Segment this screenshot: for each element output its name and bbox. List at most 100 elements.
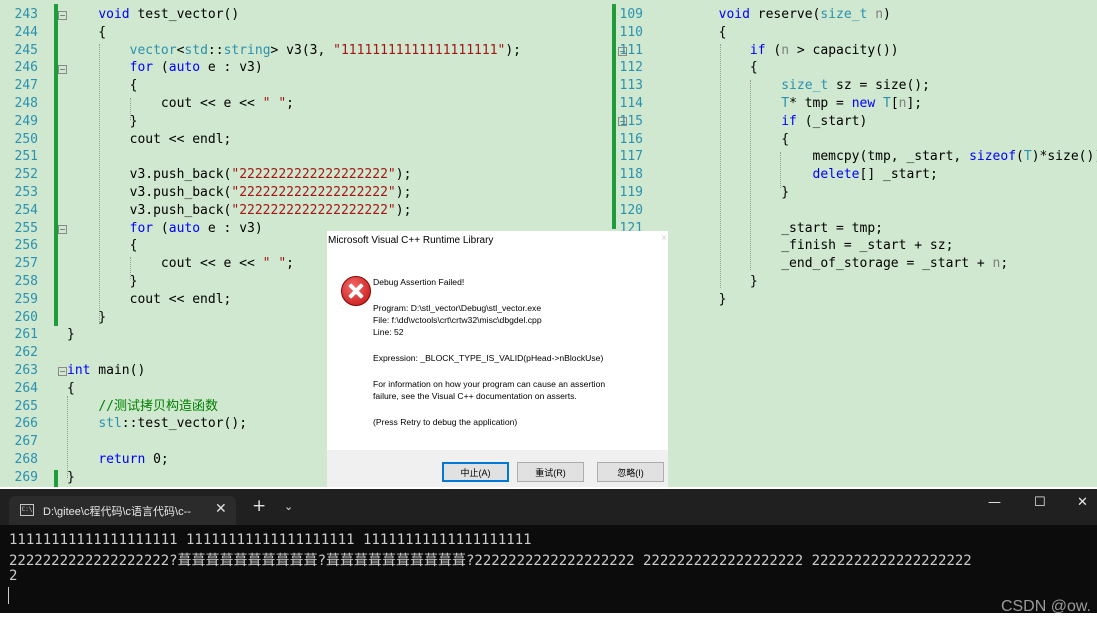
line-number: 244: [14, 24, 38, 40]
line-number: 118: [619, 167, 643, 183]
code-text: _start = tmp;: [656, 220, 883, 236]
code-line: 251: [0, 148, 606, 166]
terminal-output-line: 2222222222222222222?葺葺葺葺葺葺葺葺葺葺?葺葺葺葺葺葺葺葺葺…: [9, 553, 972, 569]
line-number: 252: [14, 167, 38, 183]
terminal-tab[interactable]: C:\ D:\gitee\c程代码\c语言代码\c-- ✕: [9, 496, 236, 525]
line-number: 114: [619, 96, 643, 111]
code-line: }: [606, 291, 1097, 309]
code-text: if (n > capacity()): [749, 42, 899, 58]
code-text: vector<std::string> v3(3, "1111111111111…: [129, 42, 521, 58]
code-text: {: [656, 60, 758, 76]
line-number: 258: [14, 274, 38, 289]
line-number: 262: [14, 345, 38, 361]
code-line: 254 v3.push_back("2222222222222222222");: [0, 202, 606, 220]
code-text: {: [656, 24, 727, 40]
code-line: 110 {: [606, 24, 1097, 42]
code-text: cout << e << " ";: [67, 256, 294, 272]
code-line: 112 {: [606, 59, 1097, 77]
code-line: 117 memcpy(tmp, _start, sizeof(T)*size()…: [606, 148, 1097, 166]
chevron-down-icon[interactable]: ⌄: [284, 500, 293, 513]
minimize-button[interactable]: —: [988, 495, 1001, 510]
line-number: 264: [14, 380, 38, 396]
line-number: 254: [14, 202, 38, 218]
code-text: {: [656, 131, 790, 147]
line-number: 251: [14, 149, 38, 165]
line-number: 269: [14, 469, 38, 485]
line-number: 245: [14, 42, 38, 58]
retry-button[interactable]: 重试(R): [517, 462, 584, 482]
code-line: 119 }: [606, 184, 1097, 202]
line-number: 249: [14, 113, 38, 129]
code-line: 111 if (n > capacity()): [606, 42, 1097, 60]
code-line: _end_of_storage = _start + n;: [606, 255, 1097, 273]
code-text: }: [67, 327, 75, 343]
code-text: cout << endl;: [67, 291, 232, 307]
ignore-button[interactable]: 忽略(I): [597, 462, 664, 482]
code-line: 109 void reserve(size_t n): [606, 6, 1097, 24]
code-text: void reserve(size_t n): [718, 7, 891, 22]
code-text: if (_start): [781, 113, 868, 129]
code-text: _end_of_storage = _start + n;: [656, 256, 1009, 272]
code-line: 246 for (auto e : v3): [0, 59, 606, 77]
code-line: 249 }: [0, 113, 606, 131]
line-number: 113: [619, 78, 643, 94]
code-text: delete[] _start;: [812, 167, 938, 183]
code-text: stl::test_vector();: [98, 416, 248, 432]
code-line: }: [606, 273, 1097, 291]
line-number: 246: [14, 60, 38, 76]
line-number: 117: [619, 149, 643, 165]
code-text: return 0;: [98, 452, 169, 467]
terminal-window[interactable]: C:\ D:\gitee\c程代码\c语言代码\c-- ✕ + ⌄ — ☐ ✕ …: [0, 489, 1097, 613]
line-number: 257: [14, 256, 38, 272]
line-number: 266: [14, 416, 38, 432]
dialog-heading: Debug Assertion Failed!: [373, 277, 465, 287]
close-tab-icon[interactable]: ✕: [215, 501, 227, 517]
code-text: v3.push_back("2222222222222222222");: [67, 202, 412, 218]
code-text: }: [656, 185, 790, 200]
dialog-button-bar: 中止(A) 重试(R) 忽略(I): [327, 450, 668, 487]
dialog-line-number: Line: 52: [373, 327, 404, 337]
abort-button[interactable]: 中止(A): [442, 462, 509, 482]
line-number: 247: [14, 78, 38, 94]
code-line: 252 v3.push_back("2222222222222222222");: [0, 166, 606, 184]
code-line: 121 _start = tmp;: [606, 220, 1097, 238]
dialog-info-line: For information on how your program can …: [373, 379, 606, 389]
code-line: 253 v3.push_back("2222222222222222222");: [0, 184, 606, 202]
line-number: 111: [619, 42, 643, 58]
code-line: 116 {: [606, 131, 1097, 149]
line-number: 115: [619, 113, 643, 129]
code-editor-right[interactable]: − − 109 void reserve(size_t n) 110 {111 i…: [606, 0, 1097, 487]
code-line: _finish = _start + sz;: [606, 237, 1097, 255]
line-number: 250: [14, 131, 38, 147]
code-line: 115 if (_start): [606, 113, 1097, 131]
dialog-title: Microsoft Visual C++ Runtime Library: [328, 235, 494, 246]
code-line: 247 {: [0, 77, 606, 95]
line-number: 109: [619, 7, 643, 22]
code-text: {: [67, 238, 138, 254]
tab-title: D:\gitee\c程代码\c语言代码\c--: [43, 506, 191, 518]
code-text: }: [67, 113, 138, 129]
code-text: //测试拷贝构造函数: [98, 398, 218, 414]
dialog-hint: (Press Retry to debug the application): [373, 417, 518, 427]
dialog-expression: Expression: _BLOCK_TYPE_IS_VALID(pHead->…: [373, 353, 604, 363]
line-number: 267: [14, 434, 38, 450]
code-text: _finish = _start + sz;: [656, 238, 954, 254]
code-line: 244 {: [0, 24, 606, 42]
code-text: cout << e << " ";: [67, 96, 294, 111]
close-icon[interactable]: ×: [661, 233, 667, 244]
code-line: 118 delete[] _start;: [606, 166, 1097, 184]
maximize-button[interactable]: ☐: [1034, 495, 1046, 510]
line-number: 243: [14, 7, 38, 22]
error-icon: [341, 276, 371, 306]
code-text: }: [67, 469, 75, 485]
code-text: {: [67, 78, 138, 94]
line-number: 116: [619, 131, 643, 147]
code-text: {: [67, 24, 107, 40]
terminal-tab-bar: C:\ D:\gitee\c程代码\c语言代码\c-- ✕ + ⌄ — ☐ ✕: [0, 489, 1097, 525]
new-tab-button[interactable]: +: [252, 496, 266, 516]
text-cursor: [8, 587, 9, 604]
close-window-button[interactable]: ✕: [1077, 495, 1088, 510]
line-number: 119: [619, 185, 643, 200]
line-number: 268: [14, 452, 38, 467]
code-text: v3.push_back("2222222222222222222");: [67, 167, 412, 183]
